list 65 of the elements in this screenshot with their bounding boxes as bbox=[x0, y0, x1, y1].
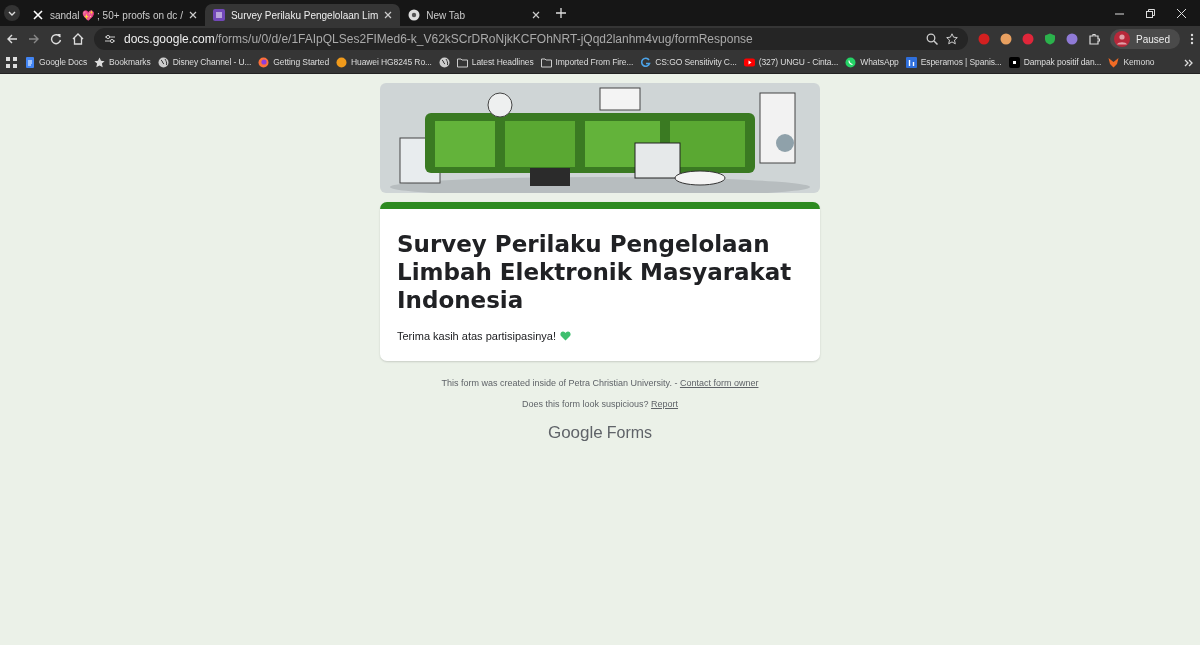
contact-link[interactable]: Contact form owner bbox=[679, 377, 759, 388]
bookmark-item[interactable]: Bookmarks bbox=[94, 56, 151, 69]
back-icon[interactable] bbox=[6, 33, 18, 45]
x-logo-icon bbox=[32, 9, 44, 21]
more-bookmarks-icon[interactable] bbox=[1184, 57, 1194, 68]
globe-icon bbox=[157, 57, 169, 68]
folder-icon bbox=[456, 57, 468, 68]
bookmark-item[interactable]: CS:GO Sensitivity C... bbox=[640, 56, 737, 69]
zoom-icon[interactable] bbox=[926, 33, 939, 45]
bookmark-item[interactable]: WhatsApp bbox=[845, 56, 899, 69]
star-icon bbox=[94, 57, 106, 68]
bookmark-item[interactable]: Latest Headlines bbox=[456, 56, 534, 69]
profile-button[interactable]: Paused bbox=[1110, 29, 1180, 49]
site-settings-icon[interactable] bbox=[104, 33, 116, 45]
bar-chart-icon bbox=[905, 57, 917, 68]
chat-bubble-icon bbox=[845, 57, 857, 68]
bookmark-item[interactable]: Imported From Fire... bbox=[540, 56, 634, 69]
footer-text: Does this form look suspicious? bbox=[521, 399, 650, 409]
close-icon[interactable] bbox=[188, 11, 197, 19]
forward-icon[interactable] bbox=[28, 33, 40, 45]
shield-extension-icon[interactable] bbox=[1044, 33, 1057, 45]
address-bar[interactable]: docs.google.com/forms/u/0/d/e/1FAIpQLSes2FIMed6-k_V62kSCrDRoNjkKCFOhNRT-jQqd2lanhm4vug/formResponse bbox=[94, 28, 969, 50]
restore-icon[interactable] bbox=[1146, 8, 1155, 18]
app-icon bbox=[1008, 57, 1020, 68]
extension-icon[interactable] bbox=[1000, 33, 1013, 45]
tab-search-icon[interactable] bbox=[4, 5, 20, 21]
footer-text: This form was created inside of Petra Christian University. - bbox=[441, 377, 679, 388]
browser-logo-icon bbox=[408, 9, 421, 21]
bookmark-item[interactable]: Getting Started bbox=[258, 56, 330, 69]
browser-tab[interactable]: sandal 💖 ; 50+ proofs on dc / bbox=[24, 4, 205, 26]
docs-icon bbox=[24, 57, 35, 68]
logo-product-name: Forms bbox=[606, 422, 653, 443]
close-icon[interactable] bbox=[532, 11, 541, 19]
bookmark-star-icon[interactable] bbox=[946, 33, 959, 45]
bookmark-item[interactable]: Dampak positif dan... bbox=[1008, 56, 1102, 69]
thank-you-message: Terima kasih atas partisipasinya! bbox=[397, 329, 556, 344]
bookmark-item[interactable]: Google Docs bbox=[24, 56, 88, 69]
bookmark-item[interactable]: (327) UNGU - Cinta... bbox=[743, 56, 839, 69]
apps-icon[interactable] bbox=[6, 57, 17, 68]
close-icon[interactable] bbox=[1177, 8, 1186, 18]
avatar-icon bbox=[1114, 31, 1131, 47]
bookmark-item[interactable]: Esperamos | Spanis... bbox=[905, 56, 1002, 69]
menu-icon[interactable] bbox=[1190, 33, 1194, 45]
browser-tab[interactable]: Survey Perilaku Pengelolaan Lim bbox=[204, 4, 401, 26]
report-link[interactable]: Report bbox=[651, 399, 679, 409]
logo-wordmark: Google bbox=[547, 421, 603, 444]
play-button-icon bbox=[743, 57, 755, 68]
bookmark-item[interactable]: Disney Channel - U... bbox=[157, 56, 252, 69]
bookmark-item[interactable]: Kemono bbox=[1108, 56, 1155, 69]
fox-head-icon bbox=[1108, 57, 1120, 68]
form-title: Survey Perilaku Pengelolaan Limbah Elektronik Masyarakat Indonesia bbox=[397, 230, 793, 314]
forms-icon bbox=[212, 9, 225, 21]
globe-icon[interactable] bbox=[438, 57, 450, 68]
puzzle-icon[interactable] bbox=[1088, 33, 1101, 45]
heart-icon bbox=[559, 331, 571, 342]
reload-icon[interactable] bbox=[50, 33, 62, 45]
close-icon[interactable] bbox=[384, 11, 393, 19]
new-tab-icon[interactable] bbox=[556, 8, 567, 18]
extension-icon[interactable] bbox=[1022, 33, 1035, 45]
home-icon[interactable] bbox=[72, 33, 84, 45]
folder-icon bbox=[540, 57, 552, 68]
bookmark-item[interactable]: Huawei HG8245 Ro... bbox=[336, 56, 432, 69]
g-letter-icon bbox=[640, 57, 652, 68]
extension-icon[interactable] bbox=[1066, 33, 1079, 45]
browser-tab[interactable]: New Tab bbox=[400, 4, 549, 26]
